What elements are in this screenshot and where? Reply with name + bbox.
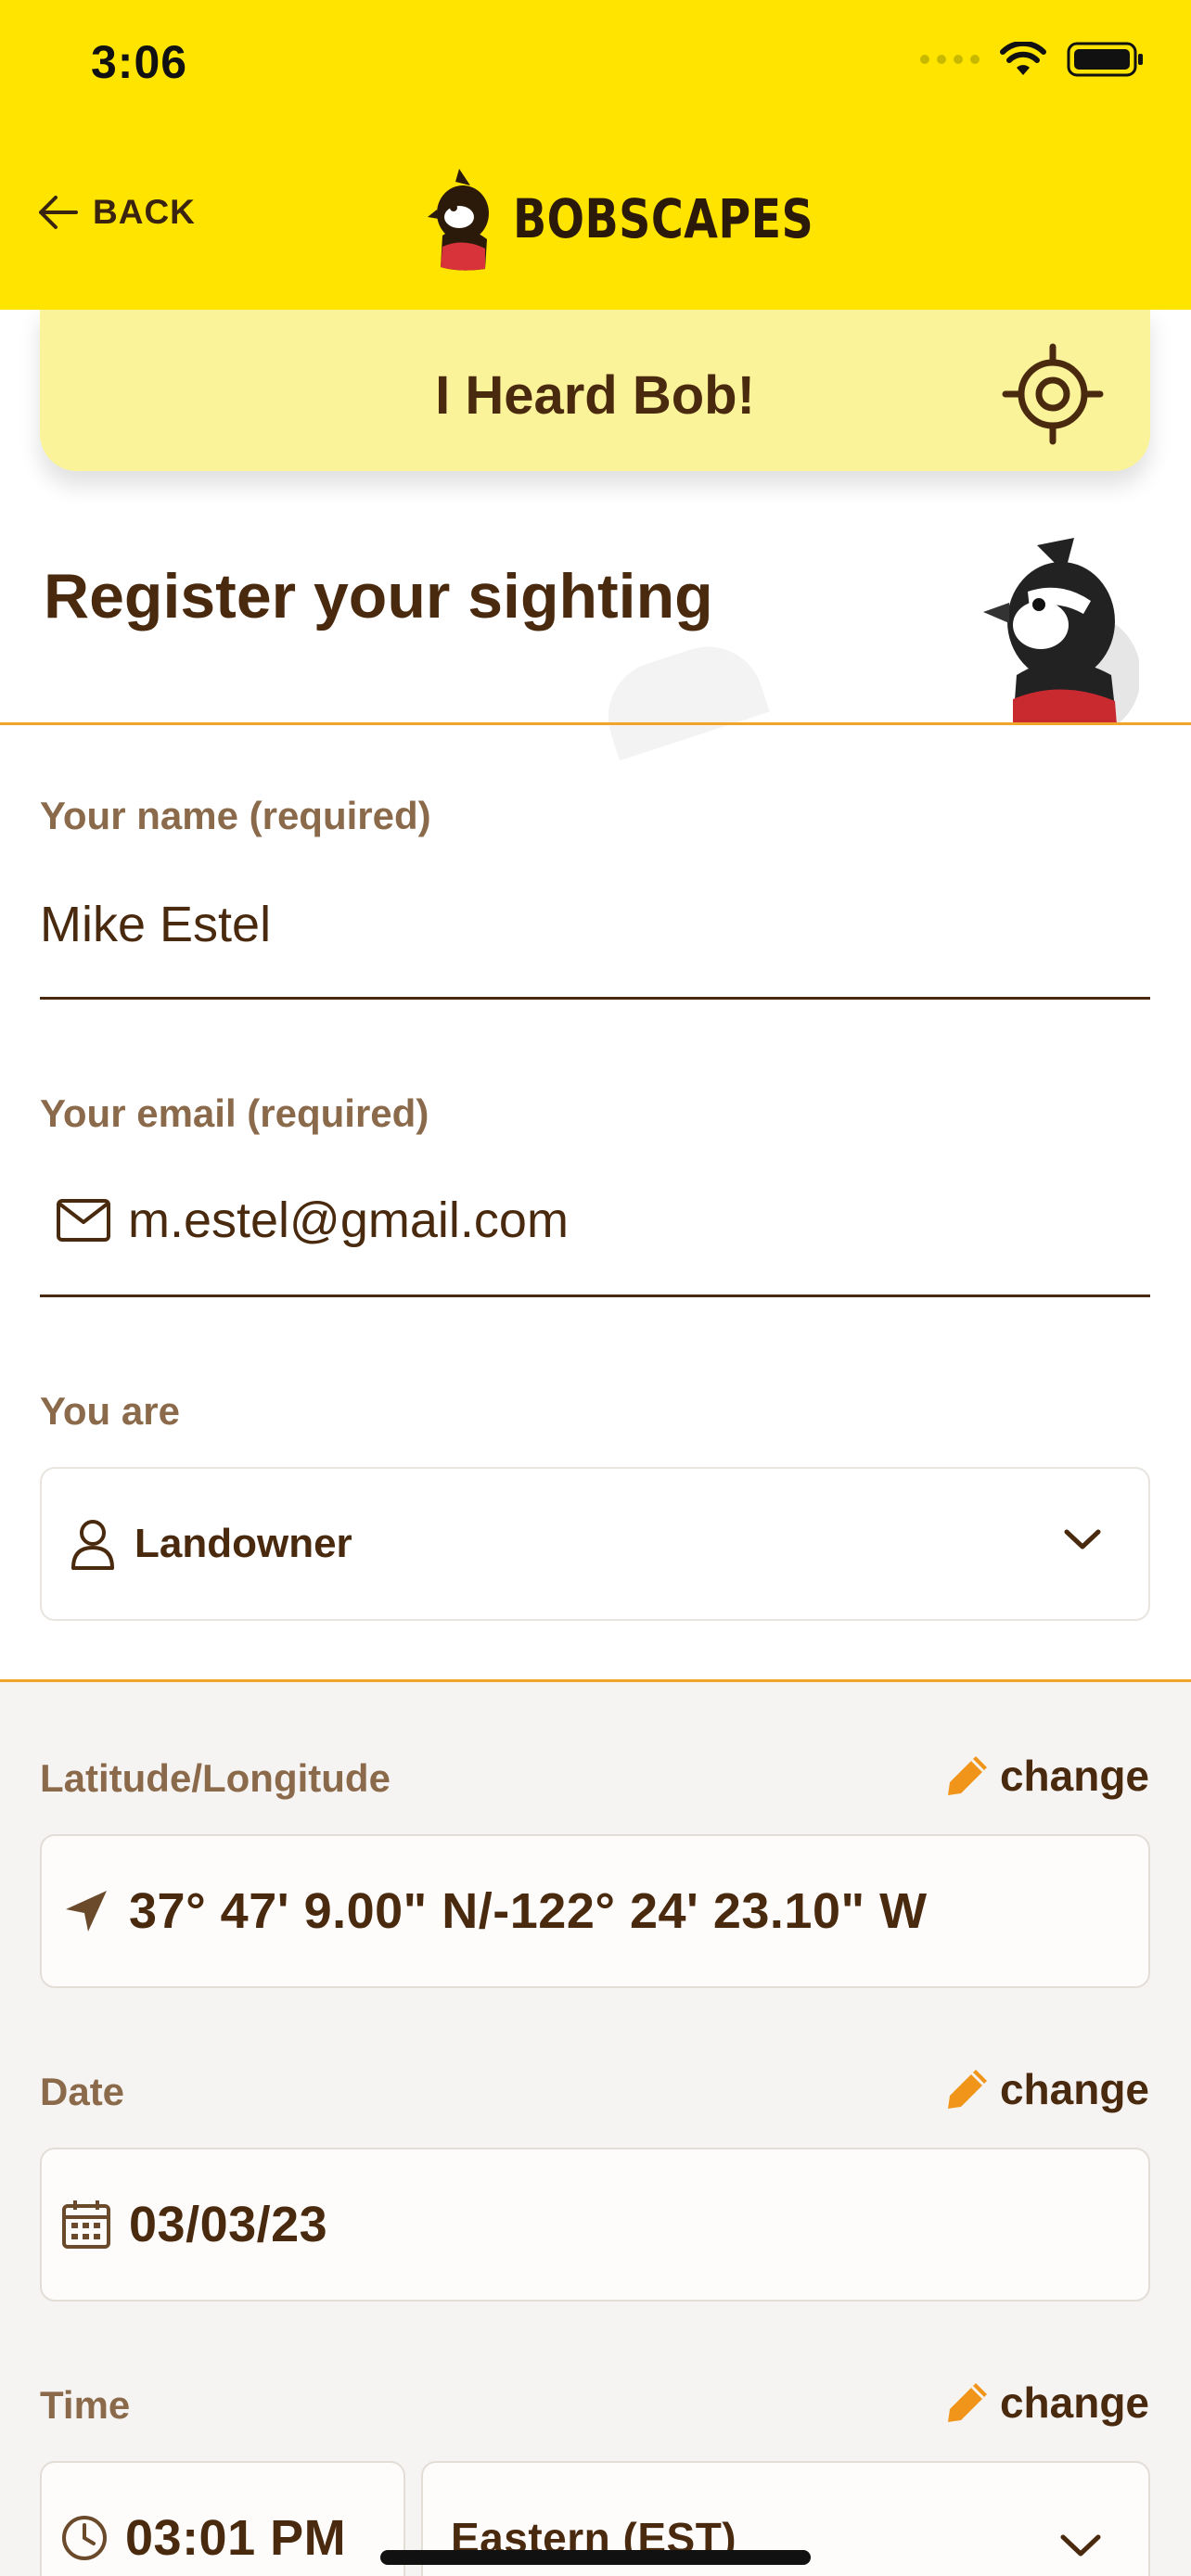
chevron-down-icon: [1064, 1529, 1101, 1549]
email-field[interactable]: m.estel@gmail.com: [56, 1192, 569, 1249]
user-icon: [71, 1520, 114, 1570]
change-date-label: change: [999, 2065, 1149, 2113]
email-value: m.estel@gmail.com: [128, 1192, 569, 1248]
time-field[interactable]: 03:01 PM: [40, 2461, 405, 2576]
cellular-signal-icon: [920, 55, 980, 64]
calendar-icon: [62, 2200, 110, 2249]
page-title: Register your sighting: [44, 561, 713, 631]
battery-icon: [1067, 42, 1143, 77]
pencil-icon: [947, 2383, 987, 2422]
back-button[interactable]: BACK: [35, 193, 196, 232]
app-header: 3:06 BACK BOBSCAPES: [0, 0, 1191, 310]
pencil-icon: [947, 1756, 987, 1795]
chevron-down-icon: [1060, 2534, 1101, 2557]
time-value: 03:01 PM: [125, 2510, 347, 2566]
bobwhite-mascot-icon: [983, 538, 1139, 725]
time-label: Time: [40, 2383, 131, 2427]
change-date-button[interactable]: change: [944, 2064, 1149, 2114]
location-date-section: Latitude/Longitude change 37° 47' 9.00" …: [0, 1682, 1191, 2576]
name-label: Your name (required): [40, 794, 431, 837]
change-time-label: change: [999, 2378, 1149, 2427]
crosshair-icon[interactable]: [1002, 343, 1104, 445]
change-time-button[interactable]: change: [944, 2378, 1149, 2428]
role-value: Landowner: [134, 1521, 352, 1566]
date-field[interactable]: 03/03/23: [40, 2148, 1150, 2302]
status-time: 3:06: [91, 36, 188, 88]
brand-logo: BOBSCAPES: [422, 165, 879, 273]
location-arrow-icon: [66, 1891, 107, 1932]
section-divider: [0, 722, 1191, 725]
change-location-label: change: [999, 1752, 1149, 1800]
status-icons: [920, 41, 1145, 78]
brand-name: BOBSCAPES: [513, 187, 814, 250]
email-label: Your email (required): [40, 1091, 429, 1135]
location-value: 37° 47' 9.00" N/-122° 24' 23.10" W: [129, 1883, 928, 1939]
arrow-left-icon: [39, 196, 78, 229]
role-select[interactable]: Landowner: [40, 1467, 1150, 1621]
location-field[interactable]: 37° 47' 9.00" N/-122° 24' 23.10" W: [40, 1834, 1150, 1988]
email-underline: [40, 1294, 1150, 1297]
date-value: 03/03/23: [129, 2197, 328, 2252]
back-label: BACK: [93, 193, 196, 231]
change-location-button[interactable]: change: [944, 1751, 1149, 1801]
wifi-icon: [1000, 42, 1046, 75]
decorative-shape: [594, 631, 770, 761]
clock-icon: [62, 2516, 107, 2560]
role-label: You are: [40, 1389, 180, 1433]
heard-bob-button[interactable]: I Heard Bob!: [40, 306, 1150, 471]
name-field[interactable]: Mike Estel: [40, 896, 271, 953]
location-label: Latitude/Longitude: [40, 1756, 391, 1800]
mail-icon: [57, 1199, 110, 1242]
bobwhite-logo-icon: [428, 169, 489, 271]
name-underline: [40, 997, 1150, 1000]
home-indicator[interactable]: [380, 2550, 811, 2565]
date-label: Date: [40, 2070, 125, 2113]
pencil-icon: [947, 2070, 987, 2109]
heard-bob-label: I Heard Bob!: [435, 364, 755, 426]
